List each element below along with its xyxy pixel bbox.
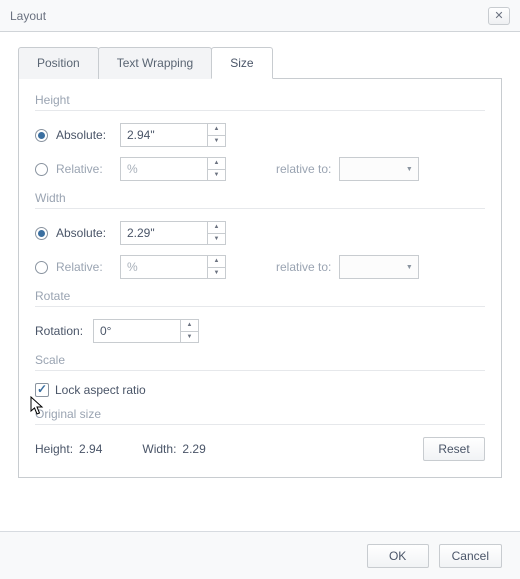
reset-button[interactable]: Reset (423, 437, 485, 461)
height-relative-row: Relative: % ▲ ▼ relative to: ▼ (35, 157, 485, 181)
width-absolute-spinner[interactable]: 2.29" ▲ ▼ (120, 221, 226, 245)
original-height-label: Height: (35, 442, 73, 456)
height-absolute-label: Absolute: (56, 128, 120, 142)
height-relative-value: % (121, 162, 207, 176)
width-relative-radio[interactable] (35, 261, 48, 274)
height-absolute-row: Absolute: 2.94" ▲ ▼ (35, 123, 485, 147)
section-original-size: Original size (35, 407, 485, 425)
cancel-button[interactable]: Cancel (439, 544, 502, 568)
height-relative-radio[interactable] (35, 163, 48, 176)
tab-size[interactable]: Size (211, 47, 272, 79)
width-absolute-value[interactable]: 2.29" (121, 226, 207, 240)
tabs: Position Text Wrapping Size (18, 46, 502, 79)
height-relative-to-label: relative to: (276, 162, 331, 176)
height-absolute-radio[interactable] (35, 129, 48, 142)
chevron-down-icon: ▼ (400, 166, 418, 173)
width-relative-down-icon: ▼ (208, 268, 225, 279)
ok-button[interactable]: OK (367, 544, 429, 568)
dialog-body: Position Text Wrapping Size Height Absol… (0, 32, 520, 478)
original-height-value: 2.94 (79, 442, 102, 456)
size-panel: Height Absolute: 2.94" ▲ ▼ Relative: % (18, 79, 502, 478)
close-button[interactable]: ✕ (488, 7, 510, 25)
lock-aspect-row: Lock aspect ratio (35, 383, 485, 397)
chevron-down-icon: ▼ (400, 264, 418, 271)
close-icon: ✕ (494, 9, 503, 22)
original-size-row: Height: 2.94 Width: 2.29 Reset (35, 437, 485, 461)
rotation-label: Rotation: (35, 324, 93, 338)
width-absolute-label: Absolute: (56, 226, 120, 240)
width-relative-value: % (121, 260, 207, 274)
height-relative-up-icon: ▲ (208, 158, 225, 170)
width-absolute-up-icon[interactable]: ▲ (208, 222, 225, 234)
width-relative-spinner: % ▲ ▼ (120, 255, 226, 279)
original-width-label: Width: (142, 442, 176, 456)
rotation-row: Rotation: 0° ▲ ▼ (35, 319, 485, 343)
height-relative-to-dropdown: ▼ (339, 157, 419, 181)
dialog-title: Layout (10, 9, 488, 23)
width-relative-label: Relative: (56, 260, 120, 274)
titlebar: Layout ✕ (0, 0, 520, 32)
rotation-spinner[interactable]: 0° ▲ ▼ (93, 319, 199, 343)
height-absolute-spinner[interactable]: 2.94" ▲ ▼ (120, 123, 226, 147)
height-absolute-up-icon[interactable]: ▲ (208, 124, 225, 136)
height-absolute-value[interactable]: 2.94" (121, 128, 207, 142)
original-height: Height: 2.94 (35, 442, 102, 456)
dialog-footer: OK Cancel (0, 531, 520, 579)
width-relative-to-label: relative to: (276, 260, 331, 274)
section-scale: Scale (35, 353, 485, 371)
section-width: Width (35, 191, 485, 209)
width-absolute-down-icon[interactable]: ▼ (208, 234, 225, 245)
height-relative-spinner: % ▲ ▼ (120, 157, 226, 181)
tab-text-wrapping[interactable]: Text Wrapping (98, 47, 212, 79)
height-relative-label: Relative: (56, 162, 120, 176)
rotation-up-icon[interactable]: ▲ (181, 320, 198, 332)
height-absolute-down-icon[interactable]: ▼ (208, 136, 225, 147)
width-relative-up-icon: ▲ (208, 256, 225, 268)
section-height: Height (35, 93, 485, 111)
rotation-value[interactable]: 0° (94, 324, 180, 338)
section-rotate: Rotate (35, 289, 485, 307)
tab-position[interactable]: Position (18, 47, 99, 79)
height-relative-down-icon: ▼ (208, 170, 225, 181)
width-relative-to-dropdown: ▼ (339, 255, 419, 279)
width-absolute-radio[interactable] (35, 227, 48, 240)
width-absolute-row: Absolute: 2.29" ▲ ▼ (35, 221, 485, 245)
lock-aspect-label: Lock aspect ratio (55, 383, 146, 397)
rotation-down-icon[interactable]: ▼ (181, 332, 198, 343)
lock-aspect-checkbox[interactable] (35, 383, 49, 397)
width-relative-row: Relative: % ▲ ▼ relative to: ▼ (35, 255, 485, 279)
original-width-value: 2.29 (182, 442, 205, 456)
layout-dialog: Layout ✕ Position Text Wrapping Size Hei… (0, 0, 520, 579)
original-width: Width: 2.29 (142, 442, 205, 456)
